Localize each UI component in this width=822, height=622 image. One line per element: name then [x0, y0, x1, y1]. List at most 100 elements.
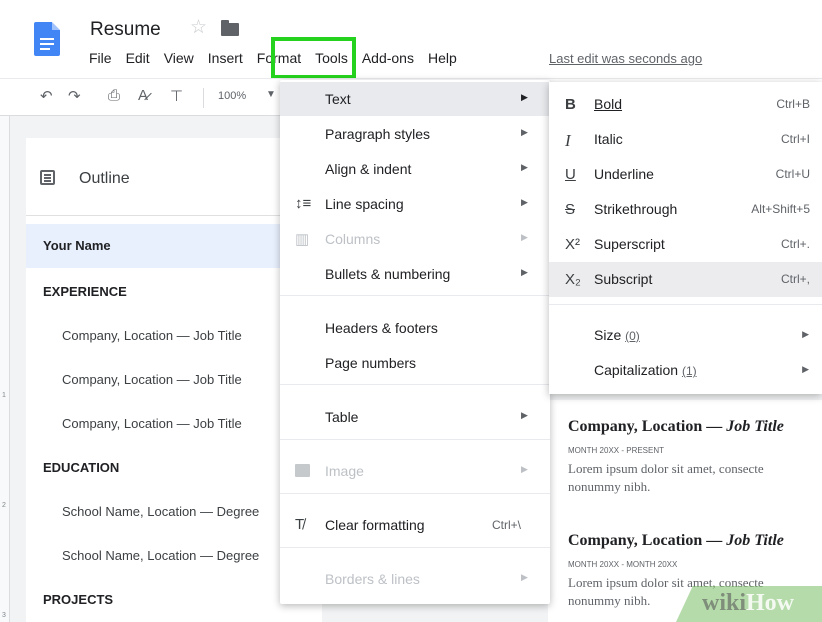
undo-icon[interactable]: ↶ — [40, 87, 53, 105]
superscript-shortcut: Ctrl+. — [780, 237, 810, 251]
format-menu-table-label: Table — [325, 409, 359, 425]
outline-item-projects[interactable]: PROJECTS — [26, 592, 322, 607]
clear-formatting-shortcut: Ctrl+\ — [492, 518, 522, 532]
format-menu-text-label: Text — [325, 91, 351, 107]
menu-separator — [280, 493, 550, 494]
menu-file[interactable]: File — [82, 50, 119, 66]
text-menu-superscript[interactable]: X² Superscript Ctrl+. — [549, 227, 822, 262]
text-menu-bold[interactable]: B Bold Ctrl+B — [549, 87, 822, 122]
paint-format-icon[interactable]: ⊤ — [170, 87, 183, 105]
outline-item-experience[interactable]: EXPERIENCE — [26, 284, 322, 299]
text-menu-capitalization[interactable]: Capitalization (1) ▶ — [549, 353, 822, 388]
outline-item-your-name[interactable]: Your Name — [26, 224, 322, 268]
bold-icon: B — [565, 96, 576, 113]
italic-label: Italic — [594, 131, 623, 147]
menu-separator — [280, 295, 550, 296]
underline-shortcut: Ctrl+U — [775, 167, 810, 181]
job-heading-1: Company, Location — Job Title — [568, 418, 784, 435]
format-menu-paragraph-styles[interactable]: Paragraph styles ▶ — [280, 117, 550, 151]
menu-add-ons[interactable]: Add-ons — [355, 50, 421, 66]
format-menu-align-indent-label: Align & indent — [325, 161, 412, 177]
text-menu-subscript[interactable]: X₂ Subscript Ctrl+, — [549, 262, 822, 297]
format-menu-clear-formatting[interactable]: T̸ Clear formatting Ctrl+\ — [280, 508, 550, 542]
format-menu-columns-label: Columns — [325, 231, 381, 247]
image-icon — [295, 464, 310, 477]
outline-item-school-2[interactable]: School Name, Location — Degree — [26, 548, 322, 563]
folder-icon[interactable] — [221, 20, 239, 36]
format-menu-columns: ▥ Columns ▶ — [280, 222, 550, 256]
underline-label: Underline — [594, 166, 654, 182]
format-menu-page-numbers[interactable]: Page numbers — [280, 346, 550, 380]
chevron-down-icon[interactable]: ▼ — [266, 89, 276, 100]
superscript-icon: X² — [565, 236, 580, 253]
star-icon[interactable]: ☆ — [190, 16, 207, 39]
format-menu-table[interactable]: Table ▶ — [280, 400, 550, 434]
menu-help[interactable]: Help — [421, 50, 464, 66]
chevron-right-icon: ▶ — [521, 464, 528, 474]
menu-insert[interactable]: Insert — [201, 50, 250, 66]
format-menu: Text ▶ Paragraph styles ▶ Align & indent… — [280, 80, 550, 604]
watermark-logo: wikiHow — [702, 590, 795, 616]
format-menu-align-indent[interactable]: Align & indent ▶ — [280, 152, 550, 186]
format-menu-borders-lines-label: Borders & lines — [325, 571, 420, 587]
toolbar-divider — [203, 88, 204, 108]
job-date-1: MONTH 20XX - PRESENT — [568, 446, 665, 455]
outline-item-job-1[interactable]: Company, Location — Job Title — [26, 328, 322, 343]
outline-item-job-3[interactable]: Company, Location — Job Title — [26, 416, 322, 431]
format-menu-headers-footers[interactable]: Headers & footers — [280, 311, 550, 345]
italic-icon: I — [565, 131, 571, 150]
line-spacing-icon: ↕≡ — [295, 195, 312, 212]
text-menu-strikethrough[interactable]: S Strikethrough Alt+Shift+5 — [549, 192, 822, 227]
menu-view[interactable]: View — [157, 50, 201, 66]
outline-panel: Outline Your Name EXPERIENCE Company, Lo… — [26, 138, 322, 622]
job-paragraph-1-line-1: Lorem ipsum dolor sit amet, consecte — [568, 461, 764, 476]
underline-icon: U — [565, 166, 576, 183]
text-menu-size[interactable]: Size (0) ▶ — [549, 318, 822, 353]
subscript-icon: X₂ — [565, 271, 581, 288]
text-menu-underline[interactable]: U Underline Ctrl+U — [549, 157, 822, 192]
zoom-select[interactable]: 100% — [218, 90, 246, 102]
menu-edit[interactable]: Edit — [119, 50, 157, 66]
bold-label: Bold — [594, 96, 623, 112]
format-menu-image-label: Image — [325, 463, 364, 479]
print-icon[interactable]: ⎙ — [108, 87, 120, 104]
format-menu-bullets-numbering[interactable]: Bullets & numbering ▶ — [280, 257, 550, 291]
redo-icon[interactable]: ↷ — [68, 87, 81, 105]
chevron-right-icon: ▶ — [521, 267, 528, 277]
chevron-right-icon: ▶ — [521, 232, 528, 242]
job-heading-2: Company, Location — Job Title — [568, 532, 784, 549]
format-menu-borders-lines: Borders & lines ▶ — [280, 562, 550, 596]
chevron-right-icon: ▶ — [521, 127, 528, 137]
subscript-label: Subscript — [594, 271, 653, 287]
vertical-ruler[interactable]: 123 — [0, 116, 10, 622]
outline-icon[interactable] — [40, 170, 55, 185]
format-menu-text[interactable]: Text ▶ — [280, 82, 550, 116]
format-menu-line-spacing[interactable]: ↕≡ Line spacing ▶ — [280, 187, 550, 221]
document-title[interactable]: Resume — [90, 19, 161, 41]
strikethrough-icon: S — [565, 201, 576, 218]
title-bar: Resume ☆ File Edit View Insert Format To… — [0, 0, 822, 78]
chevron-right-icon: ▶ — [802, 364, 809, 374]
capitalization-label: Capitalization (1) — [594, 362, 697, 378]
last-edit-link[interactable]: Last edit was seconds ago — [549, 51, 702, 66]
text-menu-italic[interactable]: I Italic Ctrl+I — [549, 122, 822, 157]
job-date-2: MONTH 20XX - MONTH 20XX — [568, 560, 678, 569]
menu-separator — [280, 384, 550, 385]
format-menu-image: Image ▶ — [280, 454, 550, 488]
outline-item-school-1[interactable]: School Name, Location — Degree — [26, 504, 322, 519]
outline-item-education[interactable]: EDUCATION — [26, 460, 322, 475]
chevron-right-icon: ▶ — [802, 329, 809, 339]
strikethrough-shortcut: Alt+Shift+5 — [751, 202, 810, 216]
format-menu-headers-footers-label: Headers & footers — [325, 320, 438, 336]
docs-logo-icon[interactable] — [34, 22, 60, 56]
menu-separator — [549, 304, 822, 305]
outline-title: Outline — [79, 170, 130, 187]
format-menu-page-numbers-label: Page numbers — [325, 355, 417, 371]
subscript-shortcut: Ctrl+, — [780, 272, 810, 286]
spellcheck-icon[interactable]: A̷ — [138, 87, 148, 104]
text-submenu: B Bold Ctrl+B I Italic Ctrl+I U Underlin… — [549, 82, 822, 394]
outline-item-job-2[interactable]: Company, Location — Job Title — [26, 372, 322, 387]
clear-formatting-icon: T̸ — [295, 516, 305, 533]
bold-shortcut: Ctrl+B — [776, 97, 810, 111]
italic-shortcut: Ctrl+I — [780, 132, 810, 146]
